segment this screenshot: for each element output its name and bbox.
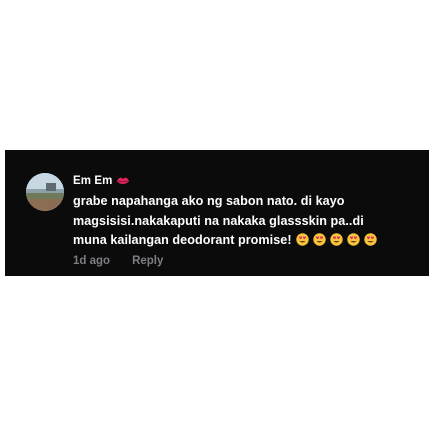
comment-text-line: muna kailangan deodorant promise! [73,233,292,247]
heart-eyes-emoji-icon [329,233,343,246]
comment-card: Em Em grabe napahanga ako ng sabon nato.… [5,150,429,276]
avatar-image [26,173,64,211]
heart-eyes-emoji-icon [346,233,360,246]
comment-content: Em Em grabe napahanga ako ng sabon nato.… [73,172,423,267]
heart-eyes-emoji-icon [295,233,309,246]
author-name[interactable]: Em Em [73,175,113,187]
timestamp: 1d ago [73,254,111,267]
author-row: Em Em [73,172,423,190]
avatar[interactable] [26,173,64,211]
reply-button[interactable]: Reply [132,255,163,267]
comment-text-line-with-emojis: muna kailangan deodorant promise! [73,231,423,251]
heart-eyes-emoji-icon [363,233,377,246]
kiss-lips-icon [116,176,130,186]
heart-eyes-emoji-icon [312,233,326,246]
comment-meta: 1d ago Reply [73,255,423,267]
comment-text: grabe napahanga ako ng sabon nato. di ka… [73,192,423,251]
emoji-row [292,233,377,247]
comment-text-line: magsisisi.nakakaputi na nakaka glassskin… [73,213,364,228]
page: Em Em grabe napahanga ako ng sabon nato.… [0,0,433,433]
comment-text-line: grabe napahanga ako ng sabon nato. di ka… [73,194,345,208]
